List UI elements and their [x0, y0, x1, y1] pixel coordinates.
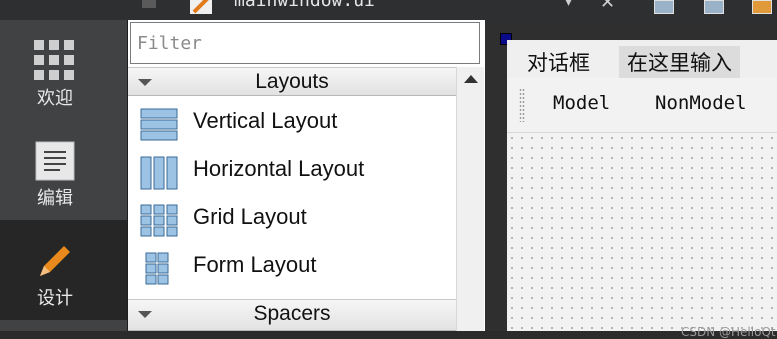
widget-form-layout[interactable]: Form Layout — [128, 244, 456, 292]
filter-input[interactable] — [131, 23, 479, 63]
chevron-down-icon[interactable]: ▾ — [565, 0, 572, 10]
category-label: Layouts — [255, 70, 329, 93]
scroll-up-arrow-icon[interactable] — [464, 75, 478, 83]
toolbar-icon-2[interactable] — [704, 0, 724, 14]
file-title: mainwindow.ui — [234, 0, 375, 11]
form-editor: 对话框 在这里输入 Model NonModel CSDN @HelloQt — [485, 20, 777, 339]
widget-box: Layouts Vertical Layout Horizontal Layou… — [127, 20, 485, 331]
pencil-icon — [40, 246, 70, 276]
small-doc-icon[interactable] — [142, 0, 156, 8]
mode-selector: 欢迎 编辑 设计 — [0, 20, 127, 331]
filter-box[interactable] — [130, 22, 480, 64]
horizontal-layout-icon — [140, 156, 178, 190]
category-spacers[interactable]: Spacers — [128, 299, 456, 331]
grid-icon — [34, 40, 74, 80]
category-label: Spacers — [253, 302, 331, 325]
mode-label-edit: 编辑 — [37, 188, 73, 209]
watermark: CSDN @HelloQt — [681, 325, 776, 339]
toolbar-grip[interactable] — [519, 88, 525, 122]
document-icon — [35, 141, 75, 181]
mode-edit[interactable]: 编辑 — [0, 120, 127, 220]
toolbar-button-nonmodel[interactable]: NonModel — [655, 92, 747, 114]
top-bar: mainwindow.ui ▾ ✕ — [0, 0, 777, 20]
scrollbar[interactable] — [456, 67, 484, 331]
form-toolbar: Model NonModel — [507, 80, 777, 133]
menu-bar: 对话框 在这里输入 — [507, 40, 777, 78]
toolbar-button-model[interactable]: Model — [553, 92, 610, 114]
mode-label-design: 设计 — [37, 288, 73, 309]
form-layout-icon — [145, 252, 169, 285]
widget-label: Form Layout — [193, 252, 317, 277]
category-layouts[interactable]: Layouts — [128, 67, 456, 96]
mode-welcome[interactable]: 欢迎 — [0, 20, 127, 120]
menu-dialog[interactable]: 对话框 — [519, 46, 598, 78]
mode-label-welcome: 欢迎 — [37, 88, 73, 109]
toolbar-icon-1[interactable] — [654, 0, 674, 14]
close-icon[interactable]: ✕ — [600, 0, 615, 13]
widget-label: Grid Layout — [193, 204, 307, 229]
widget-grid-layout[interactable]: Grid Layout — [128, 196, 456, 244]
widget-label: Horizontal Layout — [193, 156, 365, 181]
widget-vertical-layout[interactable]: Vertical Layout — [128, 100, 456, 148]
grid-layout-icon — [140, 204, 178, 237]
form-canvas[interactable] — [507, 133, 777, 331]
edit-icon[interactable] — [190, 0, 212, 14]
form-window: 对话框 在这里输入 Model NonModel CSDN @HelloQt — [507, 40, 777, 339]
mode-design[interactable]: 设计 — [0, 220, 127, 320]
widget-label: Vertical Layout — [193, 108, 338, 133]
menu-type-here[interactable]: 在这里输入 — [619, 46, 740, 78]
toolbar-icon-3[interactable] — [752, 0, 772, 14]
widget-horizontal-layout[interactable]: Horizontal Layout — [128, 148, 456, 196]
vertical-layout-icon — [140, 108, 178, 141]
